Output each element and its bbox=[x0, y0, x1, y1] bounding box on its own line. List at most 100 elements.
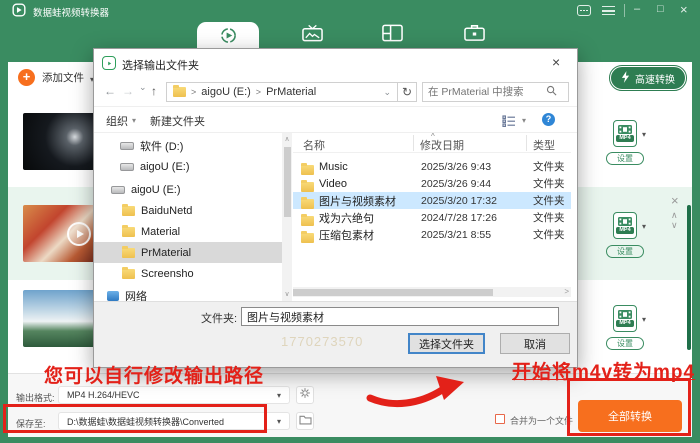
file-date: 2024/7/28 17:26 bbox=[421, 211, 497, 224]
view-mode-dropdown-icon[interactable]: ▾ bbox=[522, 116, 526, 125]
refresh-icon: ↻ bbox=[401, 85, 413, 99]
split-screen-icon bbox=[381, 24, 403, 47]
tab-toolbox[interactable] bbox=[462, 24, 486, 46]
file-date: 2025/3/26 9:44 bbox=[421, 177, 492, 190]
output-format-icon-mp4[interactable]: MP4 bbox=[613, 212, 637, 239]
settings-button[interactable]: 设置 bbox=[606, 245, 644, 258]
file-type: 文件夹 bbox=[533, 212, 565, 224]
folder-icon bbox=[122, 266, 135, 279]
column-header-name[interactable]: 名称 bbox=[303, 137, 325, 153]
crumb-separator: > bbox=[255, 87, 262, 97]
scroll-right-icon[interactable]: > bbox=[564, 288, 569, 296]
folder-icon bbox=[301, 196, 314, 209]
tree-item-label: 软件 (D:) bbox=[140, 140, 184, 153]
file-type: 文件夹 bbox=[533, 229, 565, 241]
column-divider[interactable] bbox=[526, 135, 527, 151]
close-button[interactable]: × bbox=[680, 3, 688, 16]
tree-item-folder-selected[interactable]: PrMaterial bbox=[94, 242, 282, 263]
settings-button[interactable]: 设置 bbox=[606, 337, 644, 350]
maximize-button[interactable]: □ bbox=[657, 4, 664, 15]
file-row-selected[interactable]: 图片与视频素材 2025/3/20 17:32 文件夹 bbox=[293, 192, 571, 209]
tree-item-drive[interactable]: aigoU (E:) bbox=[94, 179, 282, 200]
tab-converter[interactable] bbox=[197, 22, 259, 48]
scrollbar-thumb[interactable] bbox=[293, 288, 493, 296]
tab-media[interactable] bbox=[300, 24, 324, 46]
film-icon bbox=[618, 124, 632, 134]
scroll-up-icon[interactable]: ∧ bbox=[282, 136, 292, 143]
output-format-icon-mp4[interactable]: MP4 bbox=[613, 305, 637, 332]
tab-split-screen[interactable] bbox=[380, 24, 404, 46]
breadcrumb-root[interactable]: aigoU (E:) bbox=[201, 86, 251, 98]
fast-convert-label: 高速转换 bbox=[635, 74, 675, 86]
view-mode-icon[interactable] bbox=[502, 114, 516, 132]
forward-icon[interactable]: → bbox=[122, 85, 134, 97]
file-row[interactable]: Music 2025/3/26 9:43 文件夹 bbox=[293, 158, 571, 175]
format-settings-button[interactable] bbox=[296, 386, 314, 404]
file-date: 2025/3/26 9:43 bbox=[421, 160, 492, 173]
format-dropdown-icon[interactable]: ▾ bbox=[642, 315, 646, 324]
move-up-icon[interactable]: ∧ bbox=[671, 211, 678, 220]
feedback-icon[interactable] bbox=[577, 5, 591, 16]
back-icon[interactable]: ← bbox=[104, 85, 116, 97]
dialog-close-icon[interactable]: × bbox=[552, 54, 560, 70]
tree-item-drive[interactable]: 软件 (D:) bbox=[94, 135, 282, 156]
video-thumbnail[interactable] bbox=[23, 205, 95, 262]
menu-icon[interactable] bbox=[602, 6, 615, 15]
search-input[interactable] bbox=[428, 86, 546, 98]
format-dropdown-icon[interactable]: ▾ bbox=[642, 130, 646, 139]
tree-item-network[interactable]: 网络 bbox=[94, 285, 282, 301]
output-format-select[interactable]: MP4 H.264/HEVC ▾ bbox=[58, 386, 290, 404]
tree-scrollbar[interactable]: ∧ ∨ bbox=[282, 133, 292, 301]
browse-folder-button[interactable] bbox=[296, 412, 314, 430]
move-down-icon[interactable]: ∨ bbox=[671, 221, 678, 230]
column-header-date[interactable]: 修改日期 bbox=[420, 137, 464, 153]
address-bar[interactable]: > aigoU (E:) > PrMaterial ⌄ bbox=[166, 82, 398, 102]
remove-item-icon[interactable]: × bbox=[671, 194, 679, 207]
file-row[interactable]: 压缩包素材 2025/3/21 8:55 文件夹 bbox=[293, 226, 571, 243]
select-output-folder-dialog: 选择输出文件夹 × ← → ⌄ ↑ > aigoU (E:) > PrMater… bbox=[93, 48, 578, 368]
search-icon bbox=[546, 83, 557, 101]
settings-button[interactable]: 设置 bbox=[606, 152, 644, 165]
history-chevron-icon[interactable]: ⌄ bbox=[139, 83, 147, 92]
dialog-toolbar: 组织 ▾ 新建文件夹 ▾ ? bbox=[94, 107, 577, 133]
new-folder-button[interactable]: 新建文件夹 bbox=[150, 113, 205, 129]
video-thumbnail[interactable] bbox=[23, 290, 95, 347]
film-icon bbox=[618, 216, 632, 226]
file-row[interactable]: 戏为六绝句 2024/7/28 17:26 文件夹 bbox=[293, 209, 571, 226]
tree-item-folder[interactable]: BaiduNetd bbox=[94, 200, 282, 221]
video-thumbnail[interactable] bbox=[23, 113, 95, 170]
add-files-button[interactable]: + 添加文件 bbox=[18, 69, 84, 86]
select-folder-button[interactable]: 选择文件夹 bbox=[408, 333, 485, 354]
scroll-down-icon[interactable]: ∨ bbox=[282, 291, 292, 298]
column-divider[interactable] bbox=[413, 135, 414, 151]
minimize-button[interactable]: – bbox=[634, 4, 640, 15]
folder-icon bbox=[122, 203, 135, 216]
organize-button[interactable]: 组织 bbox=[106, 113, 128, 129]
breadcrumb-current[interactable]: PrMaterial bbox=[266, 86, 316, 98]
file-list: 名称 ^ 修改日期 类型 Music 2025/3/26 9:43 文件夹 Vi… bbox=[293, 133, 571, 301]
fast-convert-button[interactable]: 高速转换 bbox=[609, 65, 687, 91]
tree-item-folder[interactable]: Material bbox=[94, 221, 282, 242]
merge-checkbox[interactable] bbox=[495, 414, 505, 424]
add-files-label: 添加文件 bbox=[42, 72, 84, 84]
folder-icon bbox=[301, 230, 314, 243]
panel-scrollbar[interactable] bbox=[687, 205, 691, 350]
address-chevron-icon[interactable]: ⌄ bbox=[383, 87, 391, 97]
tree-item-folder[interactable]: Screensho bbox=[94, 263, 282, 284]
up-icon[interactable]: ↑ bbox=[151, 85, 157, 97]
play-overlay-icon[interactable] bbox=[67, 222, 91, 246]
refresh-button[interactable]: ↻ bbox=[397, 82, 417, 102]
list-hscrollbar[interactable]: > bbox=[293, 287, 571, 297]
drive-icon bbox=[120, 162, 134, 171]
tree-item-drive[interactable]: aigoU (E:) bbox=[94, 156, 282, 177]
output-format-icon-mp4[interactable]: MP4 bbox=[613, 120, 637, 147]
drive-icon bbox=[120, 141, 134, 150]
format-dropdown-icon[interactable]: ▾ bbox=[642, 222, 646, 231]
search-box[interactable] bbox=[422, 82, 569, 102]
column-header-type[interactable]: 类型 bbox=[533, 137, 555, 153]
cancel-button[interactable]: 取消 bbox=[500, 333, 570, 354]
file-row[interactable]: Video 2025/3/26 9:44 文件夹 bbox=[293, 175, 571, 192]
scrollbar-thumb[interactable] bbox=[283, 147, 291, 217]
folder-name-input[interactable] bbox=[241, 307, 559, 326]
help-icon[interactable]: ? bbox=[542, 113, 555, 126]
